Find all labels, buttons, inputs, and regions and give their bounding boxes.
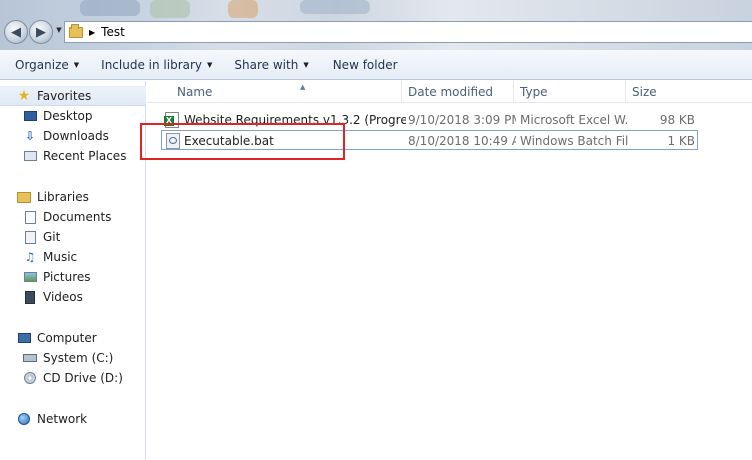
documents-icon	[22, 210, 38, 224]
file-size: 98 KB	[659, 113, 695, 127]
nav-item-label: CD Drive (D:)	[43, 371, 123, 385]
nav-item-label: System (C:)	[43, 351, 114, 365]
nav-item-label: Desktop	[43, 109, 93, 123]
nav-item-music[interactable]: ♫ Music	[22, 248, 78, 266]
column-header-name[interactable]: Name ▲	[172, 81, 402, 103]
file-type: Microsoft Excel W...	[520, 113, 628, 127]
breadcrumb-chevron-icon[interactable]: ▶	[89, 28, 95, 37]
chevron-down-icon: ▼	[56, 26, 62, 34]
share-with-button[interactable]: Share with ▼	[228, 52, 314, 78]
pictures-icon	[22, 270, 38, 284]
address-bar[interactable]: ▶ Test	[64, 21, 752, 43]
nav-network-label: Network	[37, 412, 88, 426]
libraries-icon	[16, 190, 32, 204]
window-title-area: ◀ ▶ ▼ ▶ Test	[0, 0, 752, 50]
nav-item-label: Documents	[43, 210, 112, 224]
organize-button[interactable]: Organize ▼	[9, 52, 85, 78]
nav-item-videos[interactable]: Videos	[22, 288, 83, 306]
downloads-icon: ⇩	[24, 129, 36, 143]
column-headers: Name ▲ Date modified Type Size	[147, 81, 752, 103]
organize-label: Organize	[15, 57, 69, 72]
column-header-date-modified[interactable]: Date modified	[403, 81, 514, 103]
nav-libraries-label: Libraries	[37, 190, 89, 204]
nav-item-label: Pictures	[43, 270, 91, 284]
recent-locations-dropdown[interactable]: ▼	[54, 26, 64, 38]
forward-button[interactable]: ▶	[29, 20, 53, 44]
column-header-size[interactable]: Size	[627, 81, 697, 103]
navigation-pane: ★ Favorites Desktop ⇩ Downloads Recent P…	[0, 81, 146, 460]
include-in-library-label: Include in library	[101, 57, 203, 72]
nav-item-git[interactable]: Git	[22, 228, 60, 246]
back-arrow-icon: ◀	[11, 24, 21, 40]
nav-item-cd-drive-d[interactable]: CD Drive (D:)	[22, 369, 123, 387]
computer-icon	[16, 331, 32, 345]
nav-item-label: Git	[43, 230, 61, 244]
share-with-label: Share with	[234, 57, 299, 72]
nav-item-desktop[interactable]: Desktop	[22, 107, 93, 125]
breadcrumb-current-folder[interactable]: Test	[101, 25, 125, 39]
include-in-library-button[interactable]: Include in library ▼	[95, 52, 218, 78]
star-icon: ★	[17, 88, 31, 104]
nav-item-system-c[interactable]: System (C:)	[22, 349, 113, 367]
desktop-icon	[22, 109, 38, 123]
new-folder-button[interactable]: New folder	[327, 52, 404, 78]
forward-arrow-icon: ▶	[36, 24, 46, 40]
nav-item-label: Recent Places	[43, 149, 127, 163]
folder-icon	[69, 23, 83, 38]
nav-libraries[interactable]: Libraries	[16, 188, 89, 206]
nav-item-pictures[interactable]: Pictures	[22, 268, 91, 286]
file-size: 1 KB	[667, 134, 695, 148]
column-header-name-label: Name	[177, 85, 213, 99]
nav-item-label: Videos	[43, 290, 83, 304]
file-date-modified: 9/10/2018 3:09 PM	[408, 113, 516, 127]
cd-drive-icon	[22, 371, 38, 385]
nav-favorites[interactable]: ★ Favorites	[16, 87, 92, 105]
column-header-type[interactable]: Type	[515, 81, 626, 103]
column-header-date-label: Date modified	[408, 85, 494, 99]
sort-ascending-icon: ▲	[300, 83, 306, 91]
annotation-highlight-box	[140, 123, 345, 160]
chevron-down-icon: ▼	[303, 60, 309, 69]
chevron-down-icon: ▼	[73, 60, 80, 69]
library-folder-icon	[22, 230, 38, 244]
nav-computer-label: Computer	[37, 331, 97, 345]
music-icon: ♫	[24, 250, 36, 264]
recent-places-icon	[22, 149, 38, 163]
nav-item-label: Downloads	[43, 129, 109, 143]
chevron-down-icon: ▼	[207, 60, 213, 69]
column-header-size-label: Size	[632, 85, 657, 99]
network-icon	[16, 412, 32, 426]
nav-favorites-label: Favorites	[37, 89, 92, 103]
command-toolbar: Organize ▼ Include in library ▼ Share wi…	[0, 50, 752, 80]
videos-icon	[22, 290, 38, 304]
back-button[interactable]: ◀	[4, 20, 28, 44]
file-date-modified: 8/10/2018 10:49 A...	[408, 134, 516, 148]
nav-item-downloads[interactable]: ⇩ Downloads	[22, 127, 109, 145]
column-header-type-label: Type	[520, 85, 548, 99]
nav-item-documents[interactable]: Documents	[22, 208, 111, 226]
file-type: Windows Batch File	[520, 134, 628, 148]
nav-computer[interactable]: Computer	[16, 329, 97, 347]
nav-network[interactable]: Network	[16, 410, 87, 428]
nav-item-recent-places[interactable]: Recent Places	[22, 147, 126, 165]
hard-drive-icon	[22, 351, 38, 365]
new-folder-label: New folder	[332, 57, 398, 72]
nav-item-label: Music	[43, 250, 78, 264]
